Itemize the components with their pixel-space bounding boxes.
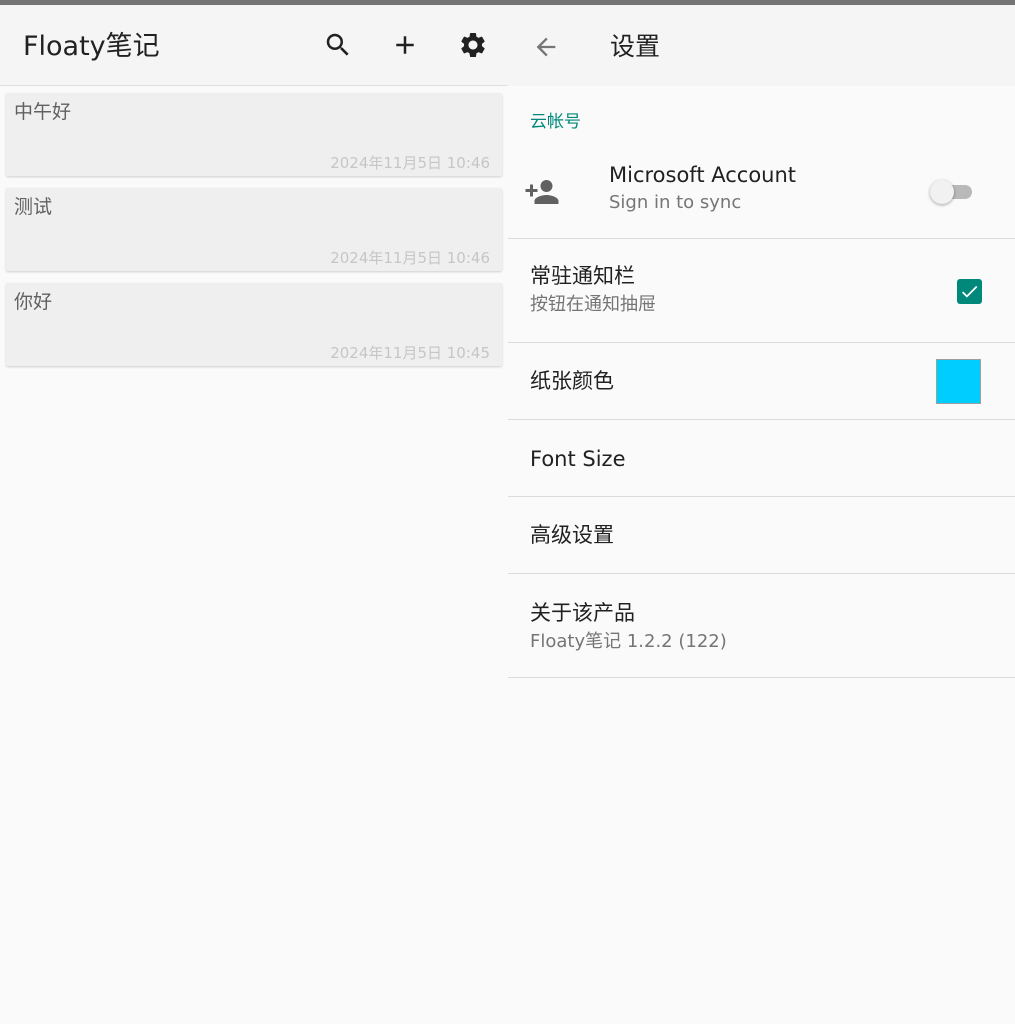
notification-checkbox[interactable]: [957, 279, 982, 304]
pref-advanced-settings[interactable]: 高级设置: [508, 497, 1015, 573]
note-card[interactable]: 你好 2024年11月5日 10:45: [6, 283, 502, 366]
note-text: 你好: [14, 291, 53, 313]
switch-thumb: [930, 180, 954, 204]
settings-app-bar: 设置: [508, 5, 1015, 86]
note-date: 2024年11月5日 10:45: [330, 344, 490, 362]
pref-summary: 按钮在通知抽屉: [530, 294, 656, 315]
settings-pane: 设置 云帐号 Microsoft Account Sign in to sync…: [508, 5, 1015, 1024]
app-title: Floaty笔记: [23, 31, 160, 62]
pref-title: 纸张颜色: [530, 369, 614, 393]
category-cloud-account: 云帐号: [530, 112, 581, 132]
account-switch[interactable]: [930, 178, 978, 206]
pref-persistent-notification[interactable]: 常驻通知栏 按钮在通知抽屉: [508, 239, 1015, 342]
note-text: 中午好: [14, 101, 72, 123]
check-icon: [961, 285, 978, 298]
pref-title: Font Size: [530, 447, 626, 471]
arrow-back-icon[interactable]: [528, 29, 564, 65]
note-date: 2024年11月5日 10:46: [330, 154, 490, 172]
note-date: 2024年11月5日 10:46: [330, 249, 490, 267]
pref-font-size[interactable]: Font Size: [508, 420, 1015, 496]
paper-color-swatch[interactable]: [936, 359, 981, 404]
settings-title: 设置: [610, 32, 661, 61]
pref-microsoft-account[interactable]: Microsoft Account Sign in to sync: [508, 148, 1015, 238]
notes-app-bar: Floaty笔记: [0, 5, 508, 86]
settings-icon[interactable]: [455, 27, 491, 63]
note-text: 测试: [14, 196, 53, 218]
pref-title: Microsoft Account: [609, 163, 797, 187]
search-icon[interactable]: [320, 27, 356, 63]
pref-summary: Floaty笔记 1.2.2 (122): [530, 631, 727, 652]
note-card[interactable]: 测试 2024年11月5日 10:46: [6, 188, 502, 271]
pref-about[interactable]: 关于该产品 Floaty笔记 1.2.2 (122): [508, 574, 1015, 677]
pref-title: 关于该产品: [530, 601, 635, 625]
pref-summary: Sign in to sync: [609, 192, 742, 213]
pref-title: 常驻通知栏: [530, 264, 635, 288]
pref-title: 高级设置: [530, 523, 614, 547]
pref-paper-color[interactable]: 纸张颜色: [508, 343, 1015, 419]
divider: [508, 677, 1015, 678]
person-add-icon: [524, 174, 560, 210]
notes-pane: Floaty笔记 中午好 2024年11月5日 10:46 测试 2024年11…: [0, 5, 508, 1024]
note-card[interactable]: 中午好 2024年11月5日 10:46: [6, 93, 502, 176]
add-icon[interactable]: [387, 27, 423, 63]
